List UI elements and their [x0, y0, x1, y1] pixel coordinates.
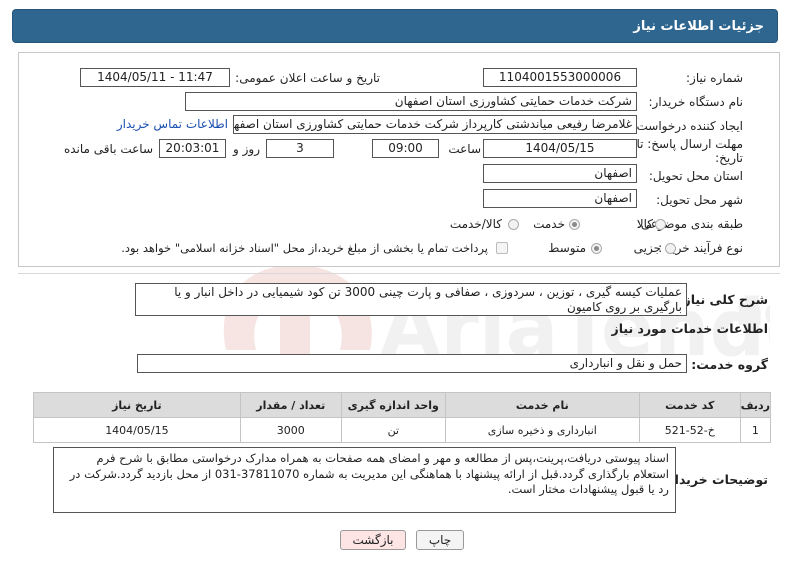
buyer-notes-textarea[interactable]: اسناد پیوستی دریافت،پرینت،پس از مطالعه و… [53, 447, 676, 513]
process-radio-medium[interactable] [591, 243, 602, 254]
deadline-date-field[interactable]: 1404/05/15 [483, 139, 637, 158]
remaining-time-field[interactable]: 20:03:01 [159, 139, 226, 158]
cell-unit: تن [340, 417, 446, 443]
payment-note: پرداخت تمام یا بخشی از مبلغ خرید،از محل … [121, 241, 488, 255]
summary-textarea[interactable]: عملیات کیسه گیری ، توزین ، سردوزی ، صفاف… [135, 283, 687, 316]
category-radio-service[interactable] [569, 219, 580, 230]
remaining-label: ساعت باقی مانده [63, 142, 153, 156]
section-divider [18, 273, 780, 274]
col-code-header: کد خدمت [638, 392, 741, 418]
cell-row: 1 [739, 417, 772, 443]
need-number-label: شماره نیاز: [686, 71, 743, 85]
cell-qty: 3000 [239, 417, 342, 443]
page-title: جزئیات اطلاعات نیاز [633, 19, 764, 34]
page-header: جزئیات اطلاعات نیاز [12, 9, 778, 43]
print-button[interactable]: چاپ [416, 530, 464, 550]
table-header-row: ردیف کد خدمت نام خدمت واحد اندازه گیری ت… [33, 392, 772, 418]
col-row-header: ردیف [739, 392, 772, 418]
buyer-notes-label: توضیحات خریدار: [662, 472, 768, 487]
process-radio-minor[interactable] [665, 243, 676, 254]
province-field[interactable]: اصفهان [483, 164, 637, 183]
service-group-label: گروه خدمت: [691, 357, 768, 372]
days-label: روز و [233, 142, 260, 156]
need-number-field[interactable]: 1104001553000006 [483, 68, 637, 87]
treasury-checkbox[interactable] [496, 242, 508, 254]
deadline-time-label: ساعت [448, 142, 481, 156]
province-label: استان محل تحویل: [648, 169, 743, 183]
deadline-time-field[interactable]: 09:00 [372, 139, 439, 158]
col-name-header: نام خدمت [444, 392, 640, 418]
city-label: شهر محل تحویل: [656, 193, 743, 207]
announce-datetime-field[interactable]: 1404/05/11 - 11:47 [80, 68, 230, 87]
announce-label: تاریخ و ساعت اعلان عمومی: [235, 71, 380, 85]
process-option-minor: جزیی [633, 241, 661, 255]
services-table: ردیف کد خدمت نام خدمت واحد اندازه گیری ت… [33, 392, 772, 443]
deadline-label: مهلت ارسال پاسخ: تا [636, 137, 743, 151]
back-button[interactable]: بازگشت [340, 530, 406, 550]
table-row[interactable]: 1 خ-52-521 انبارداری و ذخیره سازی تن 300… [33, 417, 772, 443]
requester-field[interactable]: غلامرضا رفیعی میاندشتی کارپرداز شرکت خدم… [233, 115, 637, 134]
category-radio-goods[interactable] [655, 219, 666, 230]
requester-label: ایجاد کننده درخواست: [632, 119, 743, 133]
category-option-goods-service: کالا/خدمت [449, 217, 502, 231]
col-date-header: تاریخ نیاز [33, 392, 241, 418]
category-radio-goods-service[interactable] [508, 219, 519, 230]
summary-label: شرح کلی نیاز: [678, 292, 768, 307]
cell-name: انبارداری و ذخیره سازی [444, 417, 640, 443]
cell-code: خ-52-521 [638, 417, 741, 443]
col-unit-header: واحد اندازه گیری [340, 392, 446, 418]
service-group-field[interactable]: حمل و نقل و انبارداری [137, 354, 687, 373]
buyer-org-field[interactable]: شرکت خدمات حمایتی کشاورزی استان اصفهان [185, 92, 637, 111]
col-qty-header: تعداد / مقدار [239, 392, 342, 418]
category-option-goods: کالا [636, 217, 653, 231]
buyer-contact-link[interactable]: اطلاعات تماس خریدار [117, 117, 228, 131]
cell-date: 1404/05/15 [33, 417, 241, 443]
remaining-days-field[interactable]: 3 [266, 139, 334, 158]
buyer-org-label: نام دستگاه خریدار: [648, 95, 744, 109]
deadline-label-date: تاریخ: [715, 151, 743, 165]
process-option-medium: متوسط [548, 241, 586, 255]
services-section-title: اطلاعات خدمات مورد نیاز [611, 321, 769, 336]
city-field[interactable]: اصفهان [483, 189, 637, 208]
category-option-service: خدمت [533, 217, 565, 231]
